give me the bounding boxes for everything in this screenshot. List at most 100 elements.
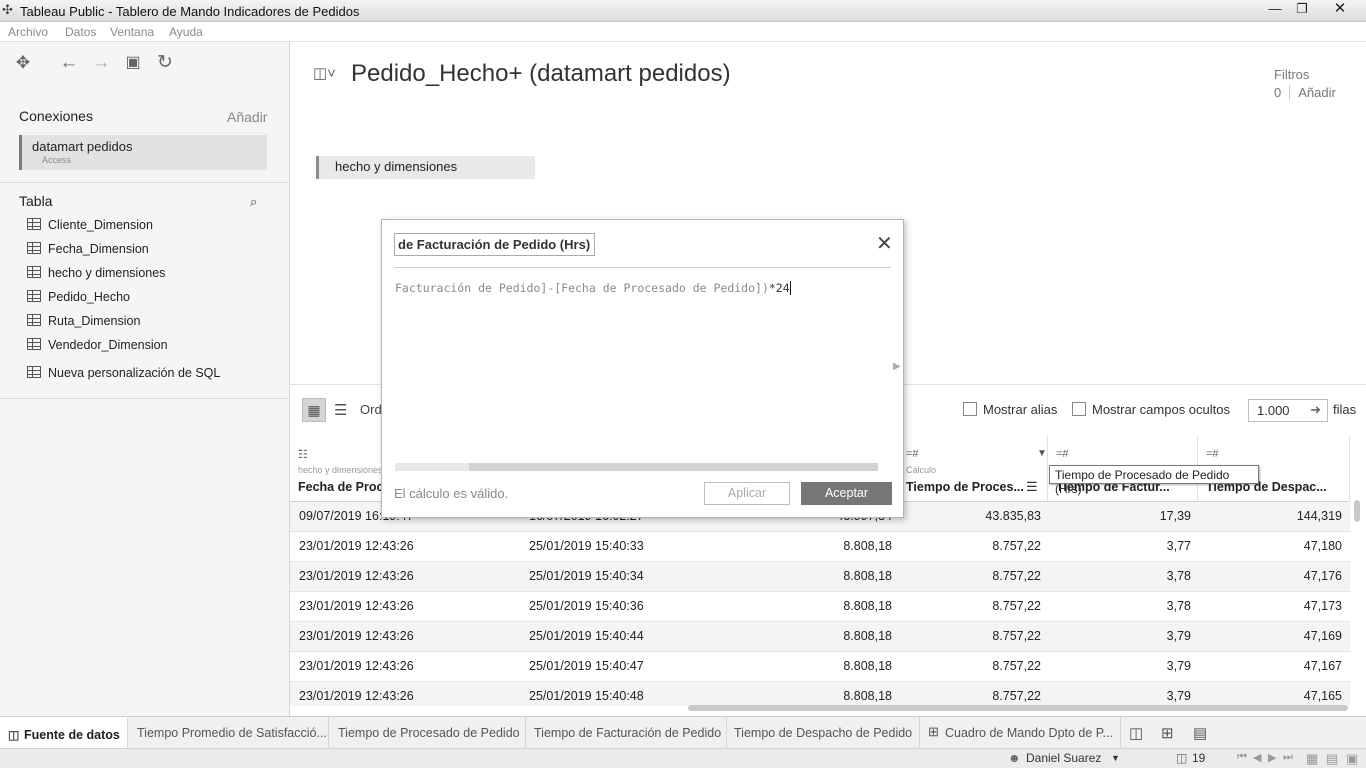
- minimize-button[interactable]: —: [1262, 1, 1288, 19]
- column-source: hecho y dimensiones: [298, 465, 383, 475]
- data-source-sidebar: ✥ ← → ▣ ↻ Conexiones Añadir datamart ped…: [0, 42, 290, 716]
- apply-button[interactable]: Aplicar: [704, 482, 790, 505]
- ok-button[interactable]: Aceptar: [801, 482, 892, 505]
- arrow-right-icon[interactable]: ➜: [1310, 402, 1321, 418]
- new-dashboard-icon[interactable]: ⊞: [1161, 724, 1174, 742]
- table-header: Tabla: [19, 193, 53, 209]
- column-header[interactable]: =# ▼ Cálculo Tiempo de Proces... ☰: [898, 436, 1048, 502]
- cell: 3,78: [1166, 569, 1191, 583]
- filmstrip-icon[interactable]: ▣: [1346, 751, 1358, 767]
- canvas-table-box[interactable]: hecho y dimensiones: [316, 156, 535, 179]
- cell: 3,78: [1166, 599, 1191, 613]
- rows-input[interactable]: 1.000 ➜: [1248, 399, 1328, 422]
- dropdown-icon[interactable]: ▼: [1037, 448, 1047, 459]
- sort-label[interactable]: Ord: [360, 402, 382, 417]
- close-icon[interactable]: ✕: [876, 234, 893, 254]
- tab-sheet-2[interactable]: Tiempo de Procesado de Pedido: [330, 717, 526, 748]
- horizontal-scrollbar[interactable]: [688, 705, 1348, 711]
- first-page-icon[interactable]: ⏮: [1237, 751, 1247, 764]
- search-icon[interactable]: ⌕: [250, 194, 257, 210]
- maximize-button[interactable]: ❐: [1289, 1, 1315, 19]
- calculation-name-input[interactable]: de Facturación de Pedido (Hrs): [394, 233, 595, 256]
- tableau-home-icon[interactable]: ✥: [12, 52, 34, 74]
- scrollbar-thumb[interactable]: [469, 463, 878, 471]
- list-view-icon[interactable]: ☰: [334, 401, 347, 419]
- cell: 23/01/2019 12:43:26: [299, 599, 414, 613]
- calculation-status: El cálculo es válido.: [394, 486, 509, 501]
- new-sheet-icon[interactable]: ◫: [1129, 724, 1143, 742]
- table-row: 23/01/2019 12:43:26 25/01/2019 15:40:44 …: [290, 622, 1350, 652]
- connections-header: Conexiones: [19, 108, 93, 124]
- show-hidden-label: Mostrar campos ocultos: [1092, 402, 1230, 417]
- user-icon: ☻: [1008, 751, 1021, 765]
- custom-sql-item[interactable]: Nueva personalización de SQL: [27, 366, 220, 386]
- column-name: Fecha de Proc: [298, 480, 384, 494]
- tab-sheet-1[interactable]: Tiempo Promedio de Satisfacció...: [129, 717, 329, 748]
- tab-dashboard[interactable]: ⊞ Cuadro de Mando Dpto de P...: [921, 717, 1121, 748]
- filters-panel: Filtros 0 Añadir: [1274, 66, 1336, 102]
- add-connection-link[interactable]: Añadir: [227, 109, 267, 125]
- formula-scrollbar[interactable]: [395, 463, 878, 471]
- cell: 8.757,22: [992, 599, 1041, 613]
- close-window-button[interactable]: ✕: [1327, 1, 1353, 19]
- grid-sorter-icon[interactable]: ▦: [1306, 751, 1318, 767]
- cell: 8.808,18: [843, 659, 892, 673]
- cell: 25/01/2019 15:40:36: [529, 599, 644, 613]
- filters-count: 0: [1274, 85, 1291, 100]
- table-item-label: Ruta_Dimension: [48, 314, 141, 328]
- table-item-label: Fecha_Dimension: [48, 242, 149, 256]
- cell: 8.808,18: [843, 689, 892, 703]
- menu-ayuda[interactable]: Ayuda: [169, 25, 203, 39]
- filters-label: Filtros: [1274, 67, 1310, 82]
- table-item-vendedor[interactable]: Vendedor_Dimension: [27, 338, 168, 358]
- menu-archivo[interactable]: Archivo: [8, 25, 48, 39]
- table-item-pedido[interactable]: Pedido_Hecho: [27, 290, 130, 310]
- next-page-icon[interactable]: ▶: [1268, 751, 1276, 764]
- filters-add-link[interactable]: Añadir: [1298, 85, 1336, 100]
- status-bar: ☻ Daniel Suarez ▼ ◫ 19 ⏮ ◀ ▶ ⏭ ▦ ▤ ▣: [0, 748, 1366, 768]
- cell: 47,169: [1303, 629, 1342, 643]
- save-icon[interactable]: ▣: [122, 52, 144, 74]
- show-hidden-checkbox[interactable]: Mostrar campos ocultos: [1072, 402, 1230, 417]
- grid-view-icon[interactable]: ▦: [302, 398, 326, 422]
- user-dropdown-icon[interactable]: ▼: [1111, 753, 1120, 763]
- back-arrow-icon[interactable]: ←: [58, 52, 80, 74]
- cell: 25/01/2019 15:40:44: [529, 629, 644, 643]
- show-alias-label: Mostrar alias: [983, 402, 1058, 417]
- tab-data-source[interactable]: ◫ Fuente de datos: [0, 717, 128, 748]
- table-row: 23/01/2019 12:43:26 25/01/2019 15:40:33 …: [290, 532, 1350, 562]
- tab-sheet-4[interactable]: Tiempo de Despacho de Pedido: [728, 717, 920, 748]
- table-item-hecho[interactable]: hecho y dimensiones: [27, 266, 165, 286]
- table-grid-icon: [27, 218, 41, 230]
- column-name: Tiempo de Proces...: [906, 480, 1024, 494]
- prev-page-icon[interactable]: ◀: [1253, 751, 1261, 764]
- cell: 3,79: [1166, 629, 1191, 643]
- show-alias-checkbox[interactable]: Mostrar alias: [963, 402, 1057, 417]
- data-source-title[interactable]: Pedido_Hecho+ (datamart pedidos): [351, 60, 731, 88]
- sort-icon[interactable]: ☰: [1026, 479, 1038, 495]
- connection-item[interactable]: datamart pedidos Access: [19, 135, 267, 170]
- tab-sheet-3[interactable]: Tiempo de Facturación de Pedido: [527, 717, 727, 748]
- user-name[interactable]: Daniel Suarez: [1026, 751, 1101, 765]
- vertical-scrollbar[interactable]: [1354, 500, 1360, 522]
- cell: 8.757,22: [992, 659, 1041, 673]
- menu-ventana[interactable]: Ventana: [110, 25, 154, 39]
- list-sorter-icon[interactable]: ▤: [1326, 751, 1338, 767]
- expand-arrow-icon[interactable]: ▶: [893, 361, 901, 372]
- refresh-icon[interactable]: ↻: [154, 52, 176, 74]
- cell: 47,180: [1303, 539, 1342, 553]
- database-icon[interactable]: ◫˅: [313, 64, 336, 82]
- new-story-icon[interactable]: ▤: [1193, 724, 1207, 742]
- menu-datos[interactable]: Datos: [65, 25, 96, 39]
- column-source: Cálculo: [906, 465, 937, 475]
- table-item-label: Cliente_Dimension: [48, 218, 153, 232]
- last-page-icon[interactable]: ⏭: [1283, 751, 1293, 764]
- table-item-cliente[interactable]: Cliente_Dimension: [27, 218, 153, 238]
- calc-number-type-icon: =#: [1206, 448, 1219, 460]
- formula-editor[interactable]: Facturación de Pedido]-[Fecha de Procesa…: [395, 281, 791, 295]
- forward-arrow-icon[interactable]: →: [90, 52, 112, 74]
- menu-bar: Archivo Datos Ventana Ayuda: [0, 22, 1366, 42]
- table-item-ruta[interactable]: Ruta_Dimension: [27, 314, 140, 334]
- table-item-fecha[interactable]: Fecha_Dimension: [27, 242, 149, 262]
- table-row: 23/01/2019 12:43:26 25/01/2019 15:40:47 …: [290, 652, 1350, 682]
